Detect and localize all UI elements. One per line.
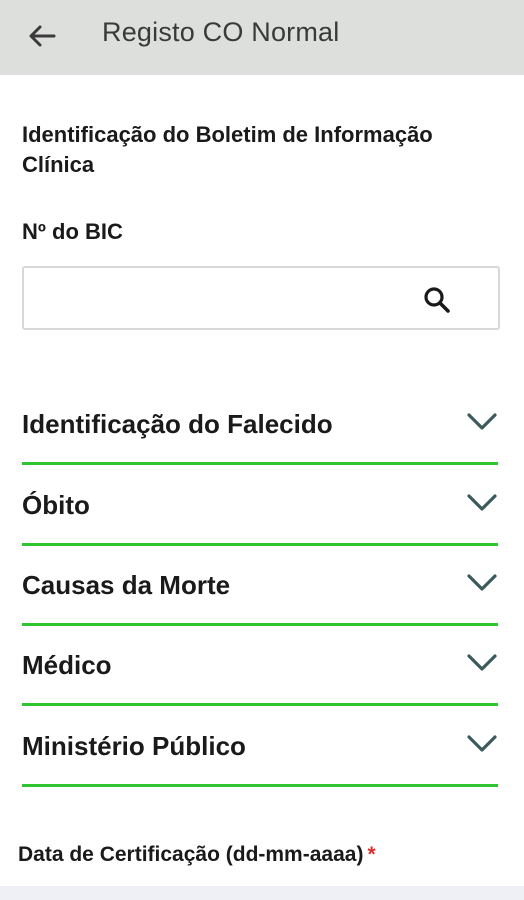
page-title: Registo CO Normal: [102, 17, 340, 47]
bic-search-field: [22, 266, 500, 330]
accordion-label: Causas da Morte: [22, 570, 231, 600]
accordion-divider: [22, 703, 498, 706]
accordion-divider: [22, 462, 498, 465]
accordion-label: Identificação do Falecido: [22, 409, 333, 439]
accordion-medico[interactable]: Médico: [22, 626, 498, 706]
back-button[interactable]: [24, 18, 60, 54]
required-marker: *: [367, 843, 376, 866]
arrow-left-icon: [29, 25, 56, 47]
bic-field-label: Nº do BIC: [22, 219, 123, 244]
chevron-down-icon: [467, 413, 497, 430]
chevron-down-icon: [467, 574, 497, 591]
accordion-label: Ministério Público: [22, 731, 246, 761]
accordion-label: Médico: [22, 650, 112, 680]
accordion-obito[interactable]: Óbito: [22, 466, 498, 546]
date-certification-label: Data de Certificação (dd-mm-aaaa) *: [18, 843, 376, 867]
accordion-identificacao-falecido[interactable]: Identificação do Falecido: [22, 385, 498, 465]
next-field-edge: [0, 886, 524, 900]
accordion-divider: [22, 784, 498, 787]
bic-input[interactable]: [34, 278, 418, 320]
date-label-text: Data de Certificação (dd-mm-aaaa): [18, 843, 364, 866]
bic-section-title: Identificação do Boletim de Informação C…: [22, 122, 433, 177]
accordion-label: Óbito: [22, 490, 90, 520]
chevron-down-icon: [467, 494, 497, 511]
app-screen: Registo CO Normal Identificação do Bolet…: [0, 0, 524, 900]
chevron-down-icon: [467, 735, 497, 752]
chevron-down-icon: [467, 654, 497, 671]
app-bar: Registo CO Normal: [0, 0, 524, 75]
accordion-causas-morte[interactable]: Causas da Morte: [22, 546, 498, 626]
search-icon[interactable]: [422, 285, 452, 315]
accordion-ministerio-publico[interactable]: Ministério Público: [22, 707, 498, 787]
